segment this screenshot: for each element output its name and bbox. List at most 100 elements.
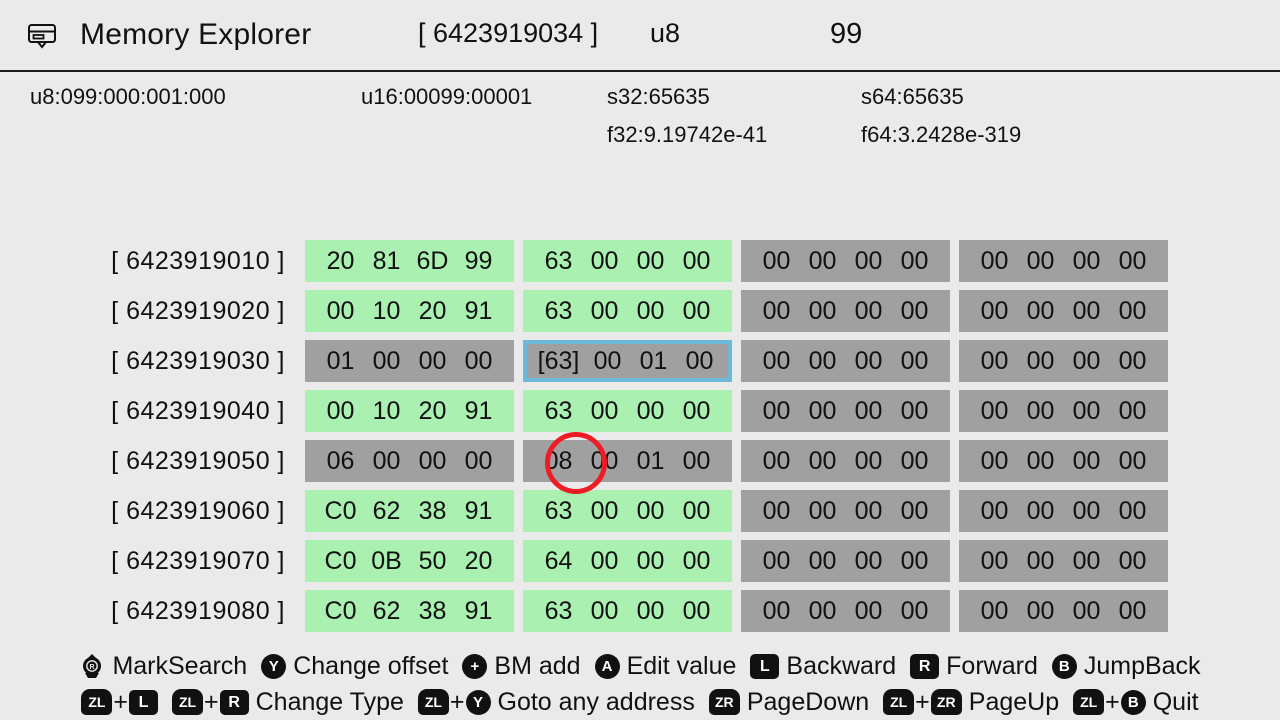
memory-row[interactable]: [ 6423919050 ] 06 00 00 00 08 00 01 00 00 00 00 00 00… bbox=[0, 436, 1280, 486]
memory-byte[interactable]: 00 bbox=[754, 397, 800, 426]
memory-byte[interactable]: 00 bbox=[1110, 347, 1156, 376]
memory-row[interactable]: [ 6423919060 ] C0 62 38 91 63 00 00 00 00 00 00 00 00… bbox=[0, 486, 1280, 536]
memory-group[interactable]: 00 10 20 91 bbox=[305, 390, 514, 432]
memory-byte[interactable]: 00 bbox=[1110, 547, 1156, 576]
memory-byte[interactable]: [63] bbox=[533, 347, 585, 376]
memory-byte[interactable]: 00 bbox=[674, 597, 720, 626]
memory-byte[interactable]: 00 bbox=[800, 347, 846, 376]
memory-byte[interactable]: 00 bbox=[846, 347, 892, 376]
button-hint[interactable]: R Forward bbox=[910, 652, 1038, 681]
memory-byte[interactable]: 00 bbox=[582, 247, 628, 276]
memory-group[interactable]: 00 00 00 00 bbox=[741, 240, 950, 282]
memory-byte[interactable]: 00 bbox=[800, 547, 846, 576]
button-hint[interactable]: + BM add bbox=[462, 652, 581, 681]
button-hint[interactable]: R MarkSearch bbox=[79, 652, 247, 681]
memory-byte[interactable]: 00 bbox=[364, 347, 410, 376]
memory-byte[interactable]: 00 bbox=[674, 497, 720, 526]
memory-byte[interactable]: 00 bbox=[754, 297, 800, 326]
memory-byte[interactable]: 00 bbox=[846, 497, 892, 526]
memory-group[interactable]: 00 00 00 00 bbox=[959, 440, 1168, 482]
memory-byte[interactable]: 00 bbox=[674, 547, 720, 576]
memory-byte[interactable]: 50 bbox=[410, 547, 456, 576]
memory-byte[interactable]: 00 bbox=[1018, 347, 1064, 376]
memory-byte[interactable]: 00 bbox=[754, 497, 800, 526]
memory-byte[interactable]: 00 bbox=[754, 347, 800, 376]
memory-byte[interactable]: 00 bbox=[800, 297, 846, 326]
memory-byte[interactable]: 00 bbox=[1110, 247, 1156, 276]
memory-byte[interactable]: 00 bbox=[364, 447, 410, 476]
button-hint[interactable]: ZL + Y Goto any address bbox=[417, 688, 695, 717]
memory-byte[interactable]: 00 bbox=[1064, 447, 1110, 476]
memory-byte[interactable]: 91 bbox=[456, 497, 502, 526]
current-value[interactable]: 99 bbox=[830, 18, 862, 51]
memory-byte[interactable]: 00 bbox=[846, 297, 892, 326]
memory-byte[interactable]: 00 bbox=[582, 447, 628, 476]
memory-group[interactable]: 00 00 00 00 bbox=[959, 490, 1168, 532]
memory-group[interactable]: C0 62 38 91 bbox=[305, 490, 514, 532]
memory-group[interactable]: 00 10 20 91 bbox=[305, 290, 514, 332]
memory-group[interactable]: C0 0B 50 20 bbox=[305, 540, 514, 582]
memory-byte[interactable]: 00 bbox=[674, 397, 720, 426]
memory-byte[interactable]: 00 bbox=[846, 547, 892, 576]
memory-byte[interactable]: 00 bbox=[585, 347, 631, 376]
memory-byte[interactable]: 00 bbox=[628, 497, 674, 526]
memory-byte[interactable]: 01 bbox=[628, 447, 674, 476]
memory-row[interactable]: [ 6423919010 ] 20 81 6D 99 63 00 00 00 00 00 00 00 00… bbox=[0, 236, 1280, 286]
memory-byte[interactable]: 08 bbox=[536, 447, 582, 476]
memory-byte[interactable]: 00 bbox=[972, 297, 1018, 326]
memory-group[interactable]: 00 00 00 00 bbox=[741, 490, 950, 532]
memory-byte[interactable]: 00 bbox=[800, 497, 846, 526]
memory-byte[interactable]: 63 bbox=[536, 397, 582, 426]
memory-group[interactable]: 63 00 00 00 bbox=[523, 290, 732, 332]
memory-byte[interactable]: 00 bbox=[1110, 447, 1156, 476]
memory-group[interactable]: 00 00 00 00 bbox=[959, 390, 1168, 432]
memory-byte[interactable]: 00 bbox=[972, 247, 1018, 276]
memory-byte[interactable]: 00 bbox=[1018, 247, 1064, 276]
memory-byte[interactable]: 00 bbox=[972, 347, 1018, 376]
memory-byte[interactable]: 00 bbox=[846, 397, 892, 426]
memory-byte[interactable]: 00 bbox=[892, 397, 938, 426]
memory-byte[interactable]: 00 bbox=[456, 347, 502, 376]
memory-byte[interactable]: 91 bbox=[456, 297, 502, 326]
memory-byte[interactable]: 38 bbox=[410, 597, 456, 626]
memory-byte[interactable]: 00 bbox=[410, 347, 456, 376]
memory-byte[interactable]: 00 bbox=[972, 447, 1018, 476]
memory-byte[interactable]: 00 bbox=[628, 397, 674, 426]
memory-byte[interactable]: 00 bbox=[1018, 597, 1064, 626]
memory-group[interactable]: 20 81 6D 99 bbox=[305, 240, 514, 282]
memory-byte[interactable]: 00 bbox=[846, 247, 892, 276]
memory-byte[interactable]: 00 bbox=[674, 247, 720, 276]
button-hint[interactable]: ZR PageDown bbox=[708, 688, 869, 717]
memory-group[interactable]: 08 00 01 00 bbox=[523, 440, 732, 482]
memory-byte[interactable]: 00 bbox=[582, 597, 628, 626]
memory-group[interactable]: 00 00 00 00 bbox=[741, 340, 950, 382]
memory-byte[interactable]: 63 bbox=[536, 497, 582, 526]
memory-byte[interactable]: 00 bbox=[1018, 397, 1064, 426]
memory-group[interactable]: 00 00 00 00 bbox=[959, 340, 1168, 382]
memory-group[interactable]: 63 00 00 00 bbox=[523, 590, 732, 632]
memory-byte[interactable]: 00 bbox=[410, 447, 456, 476]
memory-byte[interactable]: 00 bbox=[846, 597, 892, 626]
memory-byte[interactable]: 64 bbox=[536, 547, 582, 576]
memory-byte[interactable]: 00 bbox=[318, 397, 364, 426]
button-hint[interactable]: B JumpBack bbox=[1051, 652, 1201, 681]
memory-group[interactable]: 63 00 00 00 bbox=[523, 240, 732, 282]
memory-byte[interactable]: 00 bbox=[892, 297, 938, 326]
memory-byte[interactable]: 00 bbox=[628, 597, 674, 626]
memory-byte[interactable]: C0 bbox=[318, 597, 364, 626]
memory-byte[interactable]: 81 bbox=[364, 247, 410, 276]
memory-byte[interactable]: 00 bbox=[972, 597, 1018, 626]
memory-byte[interactable]: 00 bbox=[628, 547, 674, 576]
memory-byte[interactable]: 00 bbox=[754, 597, 800, 626]
current-type[interactable]: u8 bbox=[650, 18, 680, 49]
memory-byte[interactable]: 00 bbox=[628, 297, 674, 326]
memory-byte[interactable]: 00 bbox=[1064, 247, 1110, 276]
memory-byte[interactable]: 00 bbox=[892, 247, 938, 276]
memory-byte[interactable]: 00 bbox=[846, 447, 892, 476]
memory-byte[interactable]: 0B bbox=[364, 547, 410, 576]
memory-group[interactable]: 00 00 00 00 bbox=[741, 290, 950, 332]
memory-byte[interactable]: 00 bbox=[892, 547, 938, 576]
memory-byte[interactable]: 00 bbox=[674, 447, 720, 476]
memory-byte[interactable]: 00 bbox=[1064, 497, 1110, 526]
memory-byte[interactable]: 00 bbox=[1064, 597, 1110, 626]
